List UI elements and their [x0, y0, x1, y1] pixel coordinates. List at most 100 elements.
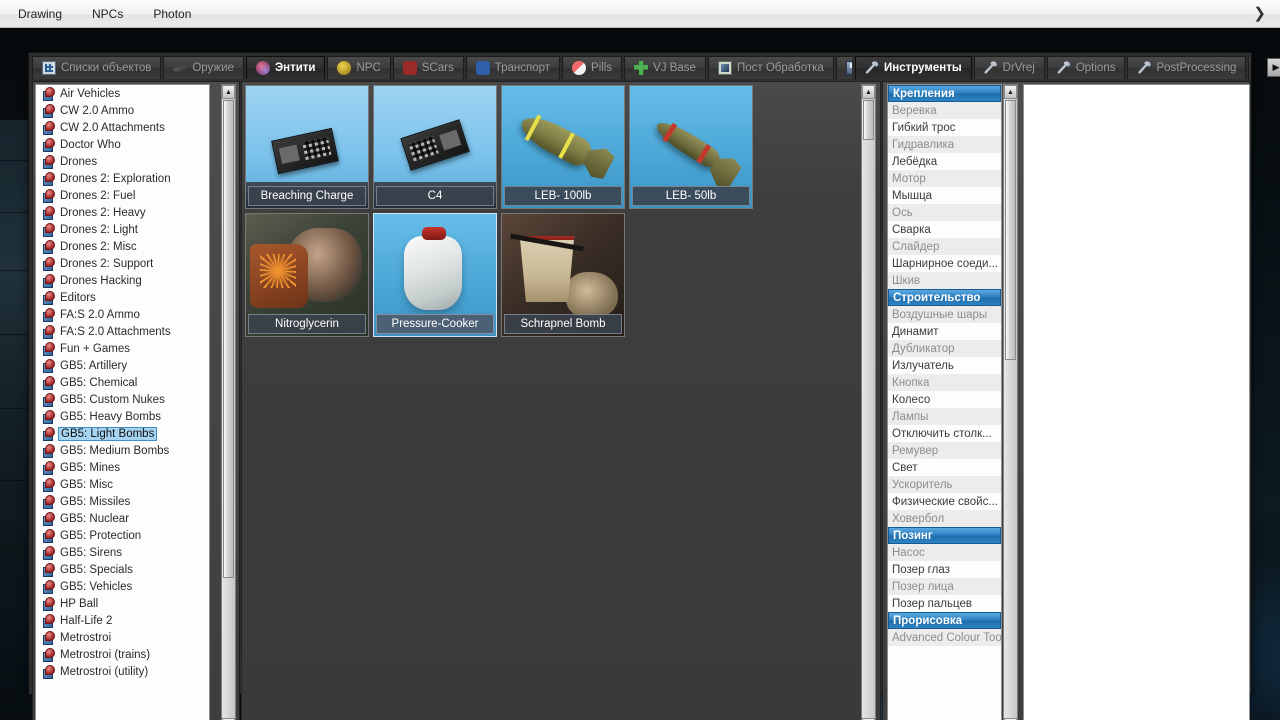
category-item[interactable]: GB5: Custom Nukes	[36, 391, 209, 408]
tool-item[interactable]: Излучатель	[888, 357, 1001, 374]
tool-item[interactable]: Позер лица	[888, 578, 1001, 595]
tab-drvrej[interactable]: DrVrej	[973, 56, 1045, 79]
spawn-item[interactable]: C4	[373, 85, 497, 209]
category-item[interactable]: Drones 2: Light	[36, 221, 209, 238]
tool-item[interactable]: Advanced Colour Tool	[888, 629, 1001, 646]
scroll-up-icon[interactable]: ▲	[222, 85, 235, 99]
tool-item[interactable]: Шкив	[888, 272, 1001, 289]
category-item[interactable]: Metrostroi (utility)	[36, 663, 209, 680]
tool-item[interactable]: Лампы	[888, 408, 1001, 425]
category-item[interactable]: Metrostroi (trains)	[36, 646, 209, 663]
tab-options[interactable]: Options	[1046, 56, 1126, 79]
category-item[interactable]: Air Vehicles	[36, 85, 209, 102]
tab-entities[interactable]: Энтити	[245, 56, 326, 79]
tab-saves[interactable]: Сохранения	[835, 56, 852, 79]
tool-item[interactable]: Мышца	[888, 187, 1001, 204]
tab-transport[interactable]: Транспорт	[465, 56, 561, 79]
category-item[interactable]: GB5: Vehicles	[36, 578, 209, 595]
tab-scroll-right-button-2[interactable]: ▶	[1267, 58, 1280, 77]
tool-item[interactable]: Гибкий трос	[888, 119, 1001, 136]
category-item[interactable]: FA:S 2.0 Ammo	[36, 306, 209, 323]
spawn-item[interactable]: LEB- 50lb	[629, 85, 753, 209]
tool-item[interactable]: Отключить столк...	[888, 425, 1001, 442]
scroll-up-icon[interactable]: ▲	[862, 85, 875, 99]
tab-object-lists[interactable]: Списки объектов	[32, 56, 162, 79]
tool-item[interactable]: Динамит	[888, 323, 1001, 340]
tool-section-header[interactable]: Позинг	[888, 527, 1001, 544]
spawn-item[interactable]: Nitroglycerin	[245, 213, 369, 337]
tool-item[interactable]: Ховербол	[888, 510, 1001, 527]
category-item[interactable]: GB5: Light Bombs	[36, 425, 209, 442]
spawn-item[interactable]: Schrapnel Bomb	[501, 213, 625, 337]
category-item[interactable]: CW 2.0 Attachments	[36, 119, 209, 136]
tool-item[interactable]: Сварка	[888, 221, 1001, 238]
category-item[interactable]: HP Ball	[36, 595, 209, 612]
spawn-item[interactable]: LEB- 100lb	[501, 85, 625, 209]
chevron-right-icon[interactable]: ❯	[1247, 6, 1280, 21]
category-item[interactable]: Fun + Games	[36, 340, 209, 357]
spawn-item[interactable]: Breaching Charge	[245, 85, 369, 209]
tool-item[interactable]: Насос	[888, 544, 1001, 561]
tool-item[interactable]: Свет	[888, 459, 1001, 476]
category-item[interactable]: GB5: Chemical	[36, 374, 209, 391]
scrollbar-thumb[interactable]	[863, 100, 874, 140]
category-item[interactable]: Half-Life 2	[36, 612, 209, 629]
category-item[interactable]: CW 2.0 Ammo	[36, 102, 209, 119]
tab-weapons[interactable]: Оружие	[163, 56, 244, 79]
category-item[interactable]: GB5: Specials	[36, 561, 209, 578]
tool-item[interactable]: Физические свойс...	[888, 493, 1001, 510]
category-item[interactable]: GB5: Artillery	[36, 357, 209, 374]
tool-item[interactable]: Ускоритель	[888, 476, 1001, 493]
category-item[interactable]: FA:S 2.0 Attachments	[36, 323, 209, 340]
tool-item[interactable]: Лебёдка	[888, 153, 1001, 170]
menu-item-npcs[interactable]: NPCs	[80, 3, 135, 25]
tab-vj-base[interactable]: VJ Base	[624, 56, 706, 79]
category-item[interactable]: GB5: Missiles	[36, 493, 209, 510]
tab-tools[interactable]: Инструменты	[855, 56, 972, 79]
tool-item[interactable]: Позер пальцев	[888, 595, 1001, 612]
category-item[interactable]: Drones	[36, 153, 209, 170]
category-item[interactable]: Metrostroi	[36, 629, 209, 646]
menu-item-photon[interactable]: Photon	[141, 3, 203, 25]
tab-utilities[interactable]: Утилиты	[1248, 56, 1250, 79]
tool-options-panel[interactable]	[1023, 84, 1250, 720]
scrollbar-thumb[interactable]	[223, 100, 234, 578]
menu-item-drawing[interactable]: Drawing	[6, 3, 74, 25]
category-item[interactable]: Drones 2: Heavy	[36, 204, 209, 221]
tool-section-header[interactable]: Крепления	[888, 85, 1001, 102]
category-item[interactable]: Drones 2: Fuel	[36, 187, 209, 204]
tool-item[interactable]: Воздушные шары	[888, 306, 1001, 323]
category-item[interactable]: Doctor Who	[36, 136, 209, 153]
category-item[interactable]: Drones 2: Exploration	[36, 170, 209, 187]
tool-item[interactable]: Мотор	[888, 170, 1001, 187]
category-item[interactable]: GB5: Protection	[36, 527, 209, 544]
tool-item[interactable]: Ось	[888, 204, 1001, 221]
tool-item[interactable]: Шарнирное соеди...	[888, 255, 1001, 272]
category-item[interactable]: Drones Hacking	[36, 272, 209, 289]
tool-item[interactable]: Дубликатор	[888, 340, 1001, 357]
tool-item[interactable]: Позер глаз	[888, 561, 1001, 578]
category-item[interactable]: GB5: Medium Bombs	[36, 442, 209, 459]
spawn-item[interactable]: Pressure-Cooker	[373, 213, 497, 337]
tool-item[interactable]: Гидравлика	[888, 136, 1001, 153]
tab-scars[interactable]: SCars	[392, 56, 464, 79]
tool-section-header[interactable]: Прорисовка	[888, 612, 1001, 629]
tool-section-header[interactable]: Строительство	[888, 289, 1001, 306]
tool-item[interactable]: Ремувер	[888, 442, 1001, 459]
category-item[interactable]: Drones 2: Misc	[36, 238, 209, 255]
category-item[interactable]: GB5: Mines	[36, 459, 209, 476]
category-list[interactable]: Air Vehicles CW 2.0 Ammo CW 2.0 Attachment…	[35, 84, 210, 720]
tool-item[interactable]: Слайдер	[888, 238, 1001, 255]
category-item[interactable]: GB5: Heavy Bombs	[36, 408, 209, 425]
scrollbar-thumb[interactable]	[1005, 100, 1016, 360]
tool-scrollbar[interactable]: ▲ ▼	[1003, 84, 1018, 720]
category-item[interactable]: Drones 2: Support	[36, 255, 209, 272]
category-item[interactable]: GB5: Misc	[36, 476, 209, 493]
tool-item[interactable]: Веревка	[888, 102, 1001, 119]
tab-postprocessing-tools[interactable]: PostProcessing	[1127, 56, 1247, 79]
scroll-up-icon[interactable]: ▲	[1004, 85, 1017, 99]
item-grid-scrollbar[interactable]: ▲ ▼	[861, 84, 876, 720]
category-scrollbar[interactable]: ▲ ▼	[221, 84, 236, 720]
tool-item[interactable]: Колесо	[888, 391, 1001, 408]
category-item[interactable]: GB5: Sirens	[36, 544, 209, 561]
